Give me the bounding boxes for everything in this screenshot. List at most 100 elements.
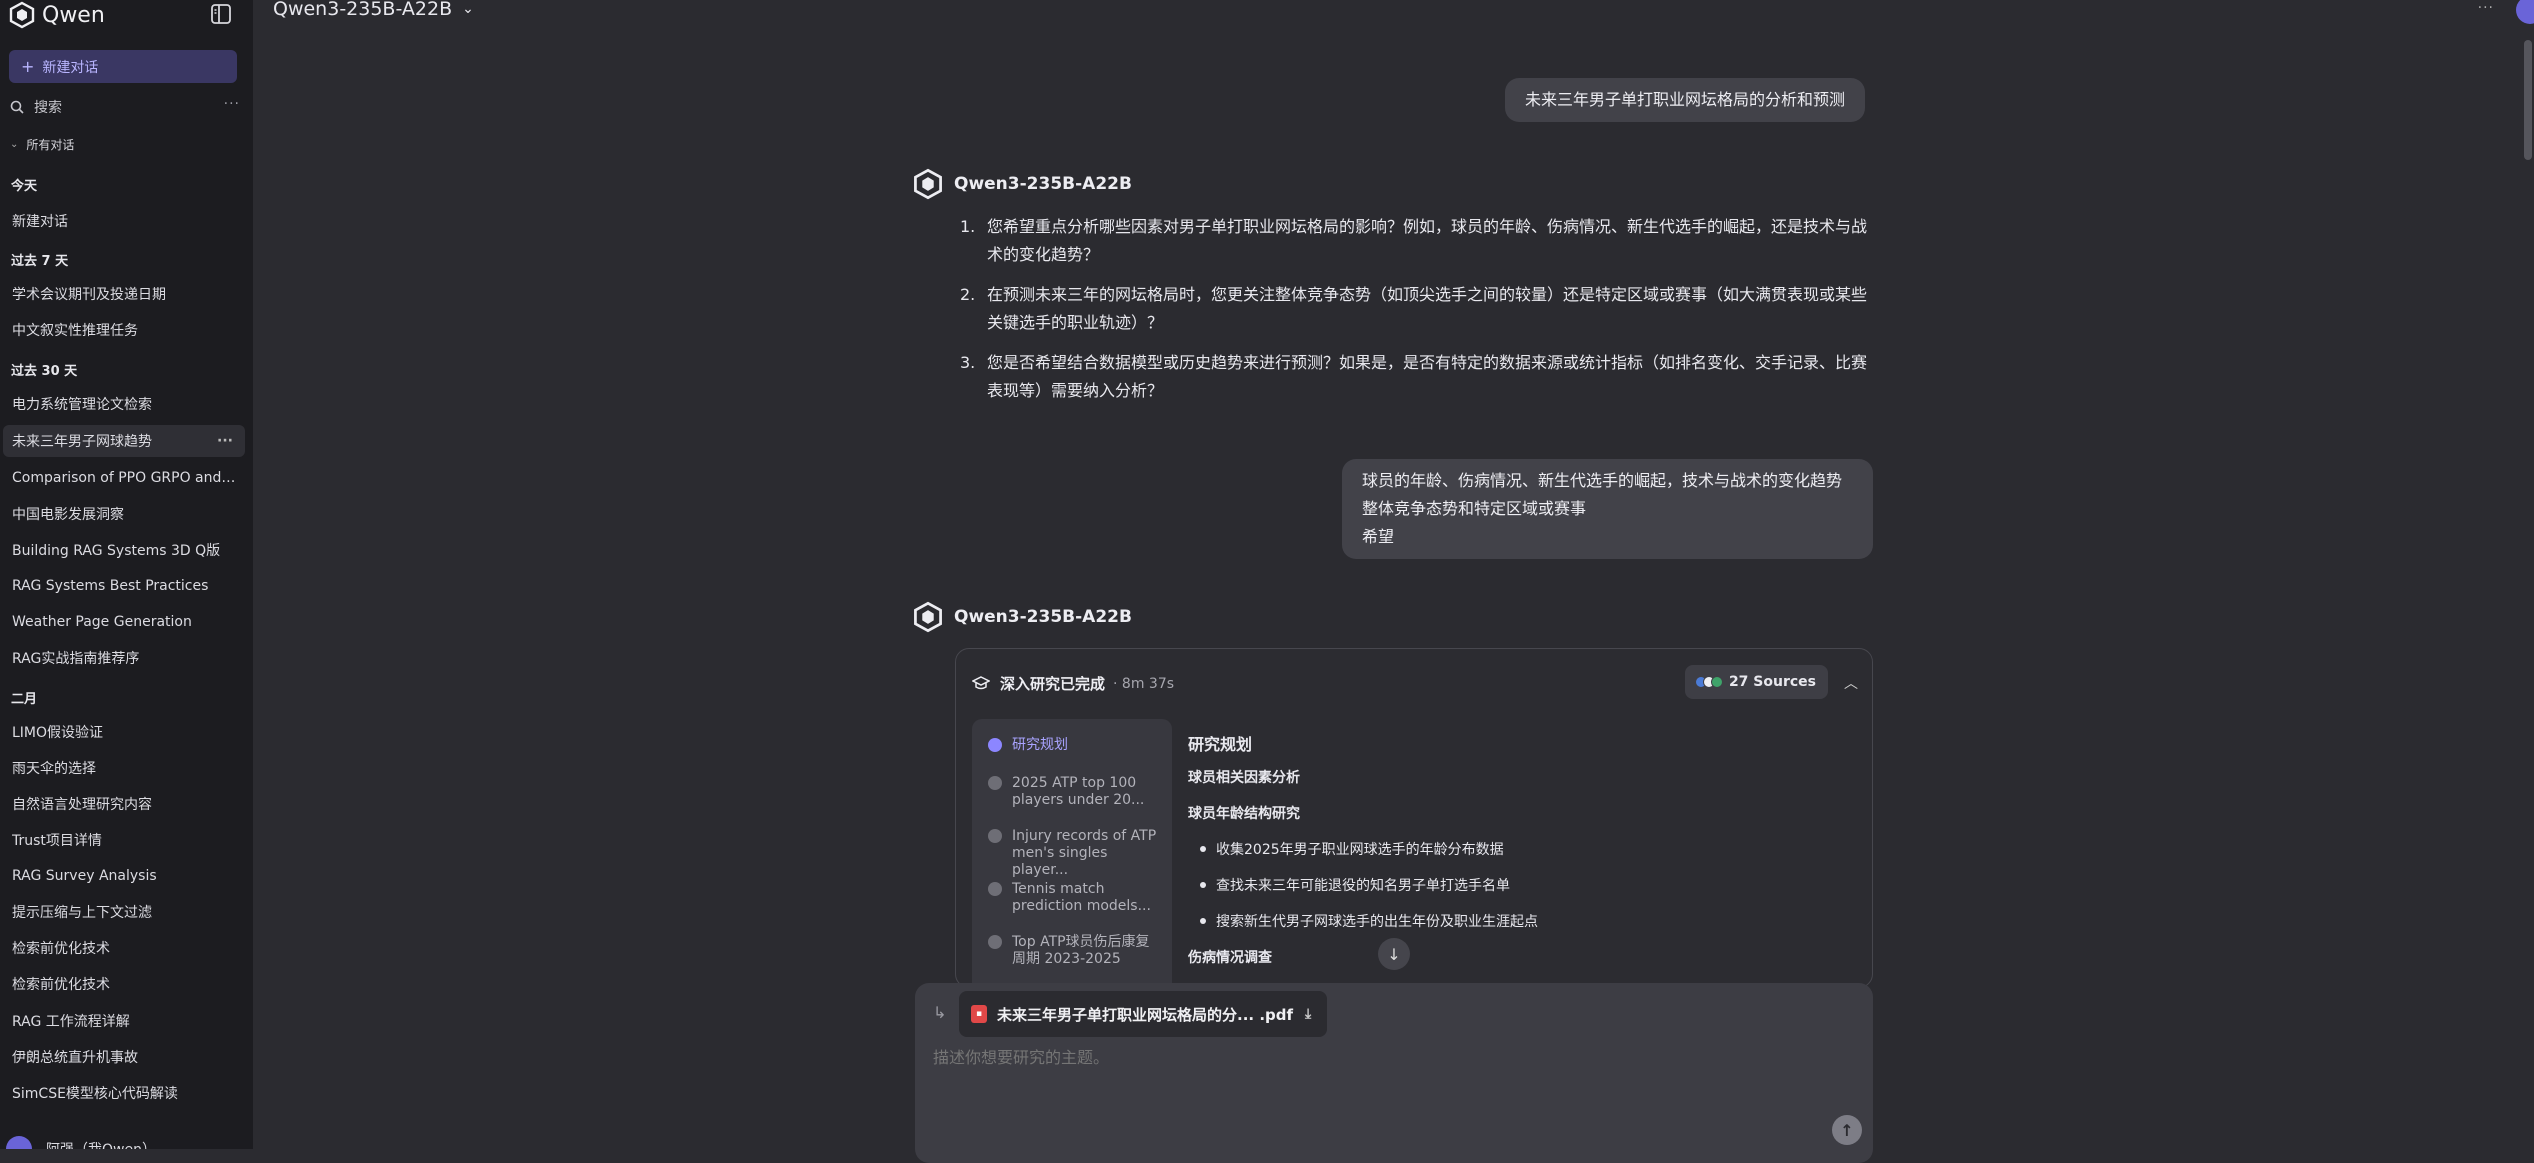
search-icon	[10, 100, 24, 114]
section-feb: 二月	[11, 688, 37, 707]
more-icon[interactable]: ···	[2478, 0, 2494, 16]
assistant-header: Qwen3-235B-A22B	[912, 168, 1132, 200]
new-chat-button[interactable]: + 新建对话	[9, 50, 237, 83]
chevron-up-icon[interactable]: ︿	[1844, 673, 1858, 693]
sidebar-item-active[interactable]: 未来三年男子网球趋势 ···	[3, 425, 245, 457]
sidebar-item[interactable]: LIMO假设验证	[3, 716, 245, 748]
download-icon[interactable]: ⤓	[1305, 1006, 1311, 1022]
list-item: 1.您希望重点分析哪些因素对男子单打职业网坛格局的影响？例如，球员的年龄、伤病情…	[960, 213, 1870, 269]
sources-button[interactable]: 27 Sources	[1685, 665, 1828, 699]
list-text: 您是否希望结合数据模型或历史趋势来进行预测？如果是，是否有特定的数据来源或统计指…	[987, 353, 1867, 400]
research-topic-input[interactable]	[931, 1047, 1831, 1068]
sidebar-item[interactable]: 中国电影发展洞察	[3, 498, 245, 530]
model-selector[interactable]: Qwen3-235B-A22B ⌄	[273, 0, 474, 20]
plan-title: 研究规划	[1188, 731, 1828, 755]
research-header: 深入研究已完成 · 8m 37s	[972, 673, 1174, 694]
research-time: · 8m 37s	[1113, 676, 1174, 692]
research-step[interactable]: 研究规划	[988, 737, 1163, 754]
scrollbar[interactable]	[2524, 40, 2532, 160]
sidebar-item-label: 未来三年男子网球趋势	[12, 431, 152, 451]
qwen-logo-icon	[912, 601, 944, 633]
sidebar-item-label: Building RAG Systems 3D Q版	[12, 540, 220, 560]
user-message-line: 希望	[1362, 523, 1853, 551]
avatar	[6, 1136, 32, 1149]
user-message: 未来三年男子单打职业网坛格局的分析和预测	[1505, 78, 1865, 122]
research-title: 深入研究已完成	[1000, 673, 1105, 694]
user-message-line: 整体竞争态势和特定区域或赛事	[1362, 495, 1853, 523]
sidebar-item-label: 伊朗总统直升机事故	[12, 1047, 138, 1067]
sidebar-item[interactable]: RAG实战指南推荐序	[3, 642, 245, 674]
sidebar-toggle-icon[interactable]	[210, 3, 232, 25]
more-icon[interactable]: ···	[217, 433, 233, 449]
sidebar-item[interactable]: 学术会议期刊及投递日期	[3, 278, 245, 310]
all-chats-label: 所有对话	[26, 136, 74, 153]
check-circle-icon	[988, 882, 1002, 896]
sidebar-item-label: RAG Survey Analysis	[12, 868, 157, 884]
user-profile[interactable]: 阿强（我Qwen）	[6, 1136, 156, 1149]
sidebar-item-label: 中文叙实性推理任务	[12, 320, 138, 340]
sidebar-item-label: LIMO假设验证	[12, 722, 103, 742]
plan-list-item: 搜索新生代男子网球选手的出生年份及职业生涯起点	[1216, 911, 1538, 931]
sidebar-item[interactable]: RAG Systems Best Practices	[3, 570, 245, 602]
sidebar-item[interactable]: Comparison of PPO GRPO and DAPO	[3, 462, 245, 494]
sidebar-item-label: RAG 工作流程详解	[12, 1011, 130, 1031]
clarifying-questions: 1.您希望重点分析哪些因素对男子单打职业网坛格局的影响？例如，球员的年龄、伤病情…	[960, 213, 1870, 417]
pdf-icon: ▪	[971, 1005, 987, 1023]
sources-label: 27 Sources	[1729, 674, 1816, 690]
list-text: 您希望重点分析哪些因素对男子单打职业网坛格局的影响？例如，球员的年龄、伤病情况、…	[987, 217, 1867, 264]
list-item: 3. 您是否希望结合数据模型或历史趋势来进行预测？如果是，是否有特定的数据来源或统…	[960, 349, 1870, 405]
sidebar-item[interactable]: 检索前优化技术	[3, 968, 245, 1000]
composer: ↳ ▪ 未来三年男子单打职业网坛格局的分... .pdf ⤓ ↑	[915, 983, 1873, 1163]
file-name: 未来三年男子单打职业网坛格局的分... .pdf	[997, 1004, 1293, 1025]
sidebar-item[interactable]: Weather Page Generation	[3, 606, 245, 638]
brand[interactable]: Qwen	[8, 2, 105, 28]
sidebar-item[interactable]: Building RAG Systems 3D Q版	[3, 534, 245, 566]
new-chat-label: 新建对话	[42, 57, 98, 77]
user-message-text: 未来三年男子单打职业网坛格局的分析和预测	[1525, 90, 1845, 109]
scroll-down-button[interactable]: ↓	[1378, 938, 1410, 970]
section-past30: 过去 30 天	[11, 360, 77, 379]
research-step[interactable]: Tennis match prediction models...	[988, 881, 1163, 915]
sidebar-item[interactable]: SimCSE模型核心代码解读	[3, 1077, 245, 1109]
sidebar-item-label: 检索前优化技术	[12, 938, 110, 958]
sidebar-item[interactable]: 检索前优化技术	[3, 932, 245, 964]
sidebar-item[interactable]: 伊朗总统直升机事故	[3, 1041, 245, 1073]
sidebar-item[interactable]: 新建对话	[3, 205, 245, 237]
sidebar-item-label: 检索前优化技术	[12, 974, 110, 994]
all-chats-toggle[interactable]: ⌄ 所有对话	[10, 136, 74, 153]
list-number: 2.	[960, 281, 975, 309]
step-label: Injury records of ATP men's singles play…	[988, 828, 1163, 879]
plan-list-item: 收集2025年男子职业网球选手的年龄分布数据	[1216, 839, 1504, 859]
sidebar-item[interactable]: Trust项目详情	[3, 824, 245, 856]
research-step[interactable]: Injury records of ATP men's singles play…	[988, 828, 1163, 879]
section-past7: 过去 7 天	[11, 250, 68, 269]
sidebar-item[interactable]: RAG Survey Analysis	[3, 860, 245, 892]
chevron-down-icon: ⌄	[10, 139, 18, 150]
sidebar-item[interactable]: 中文叙实性推理任务	[3, 314, 245, 346]
step-label: Tennis match prediction models...	[988, 881, 1163, 915]
sidebar-item[interactable]: 雨天伞的选择	[3, 752, 245, 784]
list-number: 3.	[960, 349, 975, 377]
sidebar-item[interactable]: 自然语言处理研究内容	[3, 788, 245, 820]
step-label: 2025 ATP top 100 players under 20...	[988, 775, 1163, 809]
sidebar-item-label: 雨天伞的选择	[12, 758, 96, 778]
send-button[interactable]: ↑	[1832, 1115, 1862, 1145]
sidebar-item[interactable]: 提示压缩与上下文过滤	[3, 896, 245, 928]
sidebar-item-label: Trust项目详情	[12, 830, 102, 850]
research-steps: 研究规划 2025 ATP top 100 players under 20..…	[972, 719, 1172, 988]
sidebar-item[interactable]: RAG 工作流程详解	[3, 1005, 245, 1037]
sidebar-item-label: 电力系统管理论文检索	[12, 394, 152, 414]
search-input[interactable]: 搜索	[34, 97, 62, 117]
list-item: 2.在预测未来三年的网坛格局时，您更关注整体竞争态势（如顶尖选手之间的较量）还是…	[960, 281, 1870, 337]
research-step[interactable]: Top ATP球员伤后康复周期 2023-2025	[988, 934, 1163, 968]
assistant-name: Qwen3-235B-A22B	[954, 607, 1132, 627]
attached-file[interactable]: ▪ 未来三年男子单打职业网坛格局的分... .pdf ⤓	[959, 991, 1327, 1037]
more-icon[interactable]: ···	[224, 96, 240, 112]
research-card: 深入研究已完成 · 8m 37s 27 Sources ︿ 研究规划 2025 …	[955, 648, 1873, 988]
graduation-cap-icon	[972, 676, 990, 692]
qwen-logo-icon	[912, 168, 944, 200]
search-row[interactable]: 搜索 ···	[10, 96, 240, 118]
avatar[interactable]	[2516, 0, 2534, 24]
sidebar-item[interactable]: 电力系统管理论文检索	[3, 388, 245, 420]
research-step[interactable]: 2025 ATP top 100 players under 20...	[988, 775, 1163, 809]
